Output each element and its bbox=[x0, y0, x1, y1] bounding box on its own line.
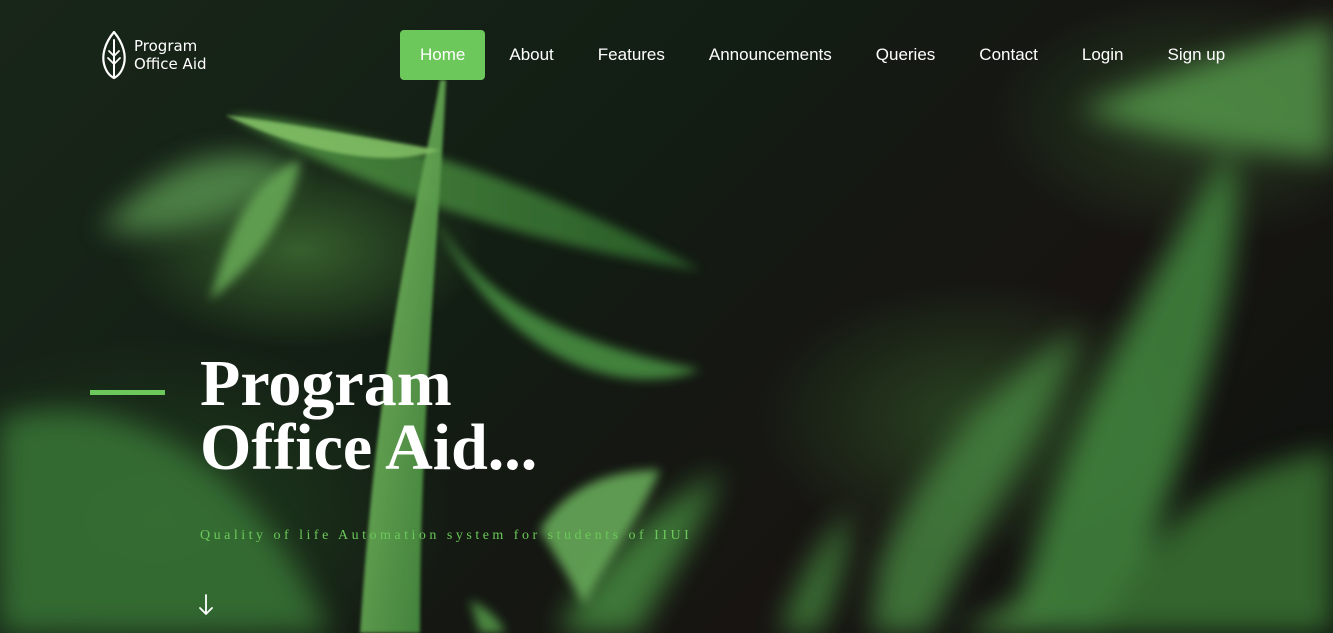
nav-item-queries[interactable]: Queries bbox=[856, 30, 956, 80]
nav-item-announcements[interactable]: Announcements bbox=[689, 30, 852, 80]
nav-item-about[interactable]: About bbox=[489, 30, 573, 80]
leaf-icon bbox=[102, 30, 126, 80]
accent-line bbox=[90, 390, 165, 395]
hero-subtitle: Quality of life Automation system for st… bbox=[200, 528, 693, 543]
nav-item-contact[interactable]: Contact bbox=[959, 30, 1058, 80]
brand-logo-link[interactable]: Program Office Aid bbox=[100, 30, 244, 80]
arrow-down-icon[interactable] bbox=[196, 592, 216, 618]
nav-item-sign-up[interactable]: Sign up bbox=[1148, 30, 1246, 80]
nav-item-home[interactable]: Home bbox=[400, 30, 486, 80]
nav-item-login[interactable]: Login bbox=[1062, 30, 1144, 80]
brand-name: Program Office Aid bbox=[134, 37, 207, 73]
hero-title: Program Office Aid... bbox=[200, 347, 538, 484]
nav-item-features[interactable]: Features bbox=[578, 30, 685, 80]
main-navigation: Home About Features Announcements Querie… bbox=[400, 30, 1249, 80]
hero-section: Program Office Aid Home About Features A… bbox=[0, 0, 1333, 633]
